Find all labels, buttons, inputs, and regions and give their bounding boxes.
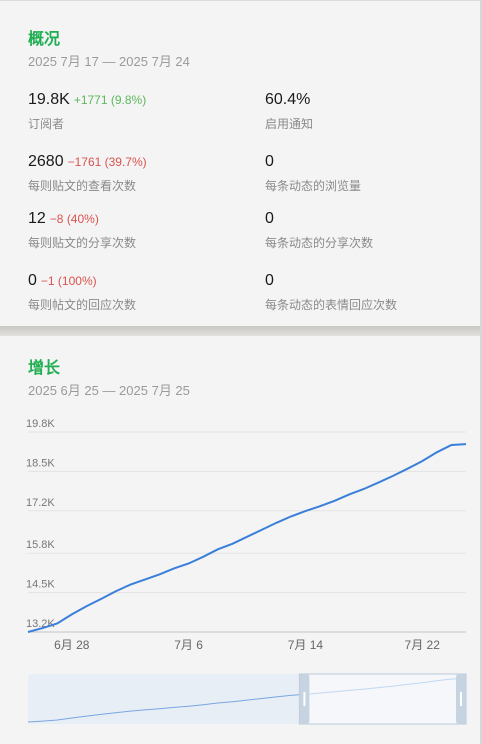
y-tick-label: 14.5K [26, 579, 55, 591]
stat-delta: −1 (100%) [40, 274, 97, 288]
y-tick-label: 18.5K [26, 457, 55, 469]
overview-title: 概况 [28, 31, 61, 48]
stat-post-views: 2680 −1761 (39.7%) 每则贴文的查看次数 [28, 153, 248, 194]
x-axis: 6月 28 7月 6 7月 14 7月 22 [54, 638, 440, 652]
stat-post-shares: 12 −8 (40%) 每则贴文的分享次数 [28, 210, 248, 251]
range-navigator[interactable] [27, 673, 467, 725]
stat-value: 60.4% [265, 91, 311, 108]
x-tick-label: 7月 14 [288, 638, 324, 652]
stat-value: 0 [28, 272, 37, 289]
overview-date-range: 2025 7月 17 — 2025 7月 24 [28, 54, 190, 69]
y-tick-label: 19.8K [26, 418, 55, 430]
stat-story-views: 0 每条动态的浏览量 [265, 153, 482, 194]
stat-delta: +1771 (9.8%) [73, 93, 147, 107]
stat-value: 19.8K [28, 91, 70, 108]
stat-post-reactions: 0 −1 (100%) 每则帖文的回应次数 [28, 272, 248, 313]
stat-value: 0 [265, 153, 274, 170]
x-tick-label: 6月 28 [54, 638, 90, 652]
stat-notifications: 60.4% 启用通知 [265, 91, 482, 132]
stat-delta: −8 (40%) [49, 212, 99, 226]
stat-value: 0 [265, 272, 274, 289]
stat-story-reactions: 0 每条动态的表情回应次数 [265, 272, 482, 313]
x-tick-label: 7月 6 [174, 638, 203, 652]
stat-label: 每则帖文的回应次数 [28, 298, 137, 312]
overview-card: 概况 2025 7月 17 — 2025 7月 24 19.8K +1771 (9… [0, 0, 482, 326]
x-tick-label: 7月 22 [405, 638, 441, 652]
stat-label: 每则贴文的查看次数 [28, 179, 137, 193]
growth-chart[interactable]: 13.2K14.5K15.8K17.2K18.5K19.8K 6月 28 7月 6… [0, 336, 482, 744]
stat-value: 2680 [28, 153, 64, 170]
stat-label: 每条动态的分享次数 [265, 236, 374, 250]
stat-value: 0 [265, 210, 274, 227]
stat-label: 每条动态的表情回应次数 [265, 298, 398, 312]
stat-label: 每则贴文的分享次数 [28, 236, 137, 250]
stat-label: 启用通知 [265, 117, 314, 131]
stat-subscribers: 19.8K +1771 (9.8%) 订阅者 [28, 91, 248, 132]
series-line [27, 443, 467, 633]
stat-delta: −1761 (39.7%) [67, 155, 147, 169]
stat-label: 订阅者 [28, 117, 65, 131]
section-divider [0, 326, 482, 336]
y-axis: 13.2K14.5K15.8K17.2K18.5K19.8K [26, 418, 55, 630]
stat-story-shares: 0 每条动态的分享次数 [265, 210, 482, 251]
y-tick-label: 15.8K [26, 539, 55, 551]
stat-value: 12 [28, 210, 46, 227]
stat-label: 每条动态的浏览量 [265, 179, 362, 193]
y-tick-label: 17.2K [26, 497, 55, 509]
navigator-selected-window[interactable] [298, 673, 467, 725]
